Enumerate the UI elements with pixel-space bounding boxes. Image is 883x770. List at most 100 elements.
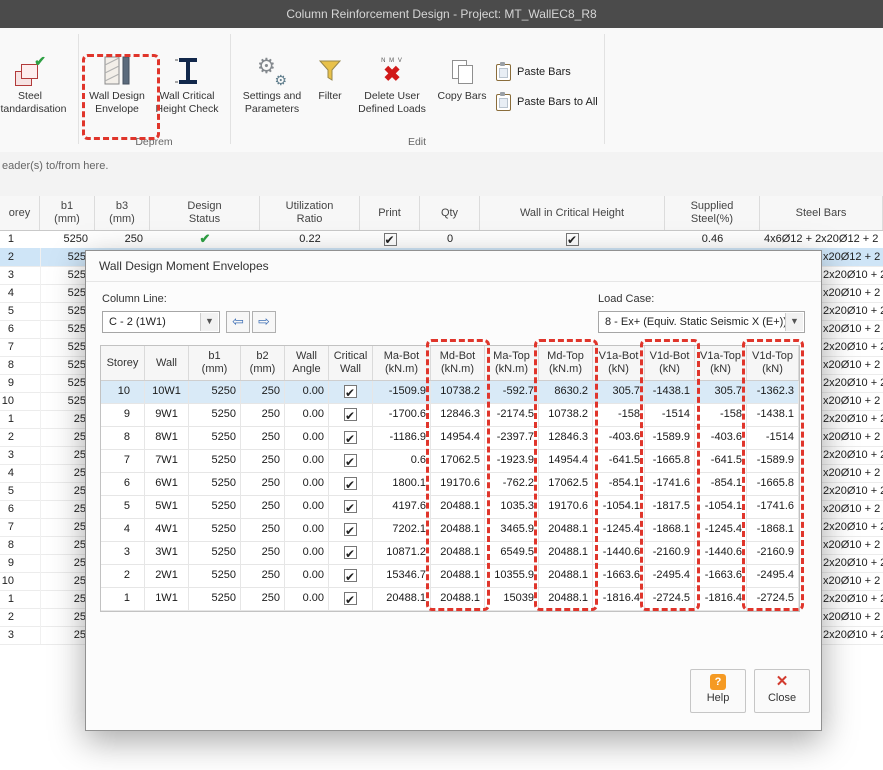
bg-column-header[interactable]: orey [0,196,40,230]
dialog-column-header[interactable]: Md-Top(kN.m) [539,346,593,380]
bg-column-header[interactable]: b3(mm) [95,196,150,230]
button-label: Standardisation [0,103,74,116]
paste-bars-to-all-button[interactable]: Paste Bars to All [496,90,598,114]
b1-cell: 5250 [189,496,241,518]
wall-design-envelope-button[interactable]: Wall Design Envelope [86,52,148,132]
critical-wall-checkbox[interactable] [344,546,357,559]
dialog-table-row[interactable]: 33W152502500.0010871.220488.16549.520488… [101,542,799,565]
wall-angle-cell: 0.00 [285,473,329,495]
bg-column-header[interactable]: Print [360,196,420,230]
bg-column-header[interactable]: DesignStatus [150,196,260,230]
moment-value-cell: -641.5 [695,450,747,472]
dialog-table-row[interactable]: 1010W152502500.00-1509.910738.2-592.7863… [101,381,799,404]
bg-column-header-label: Steel(%) [691,213,733,226]
moment-value-cell: 20488.1 [373,588,431,610]
dialog-table-row[interactable]: 77W152502500.000.617062.5-1923.914954.4-… [101,450,799,473]
dialog-column-header[interactable]: CriticalWall [329,346,373,380]
column-line-select[interactable]: C - 2 (1W1) ▼ [102,311,220,333]
dialog-table-row[interactable]: 11W152502500.0020488.120488.11503920488.… [101,588,799,611]
dialog-column-header[interactable]: Ma-Bot(kN.m) [373,346,431,380]
load-case-select[interactable]: 8 - Ex+ (Equiv. Static Seismic X (E+)) ▼ [598,311,805,333]
bg-column-header[interactable]: UtilizationRatio [260,196,360,230]
bg-column-header[interactable]: Steel Bars [760,196,883,230]
next-column-line-button[interactable]: ⇨ [252,311,276,333]
moment-value-cell: -1741.6 [645,473,695,495]
bg-column-header-label: Print [378,207,401,220]
dialog-column-header[interactable]: Md-Bot(kN.m) [431,346,485,380]
table-row[interactable]: 1 5250 250 ✔ 0.22 0 0.46 4x6Ø12 + 2x20Ø1… [0,230,883,249]
wall-cell: 8W1 [145,427,189,449]
moment-value-cell: 20488.1 [431,519,485,541]
b1-cell: 25 [40,554,86,572]
critical-wall-checkbox[interactable] [344,500,357,513]
critical-wall-checkbox[interactable] [344,408,357,421]
b1-cell: 25 [40,446,86,464]
bg-column-header[interactable]: b1(mm) [40,196,95,230]
dialog-column-header[interactable]: V1a-Bot(kN) [593,346,645,380]
moment-value-cell: -1923.9 [485,450,539,472]
dialog-column-header[interactable]: Ma-Top(kN.m) [485,346,539,380]
moment-value-cell: -592.7 [485,381,539,403]
settings-parameters-button[interactable]: ⚙⚙ Settings and Parameters [240,52,304,132]
wall-design-envelope-icon [86,52,148,90]
bg-column-header[interactable]: SuppliedSteel(%) [665,196,760,230]
dialog-column-header-label: (kN.m) [385,363,418,376]
b1-cell: 25 [40,608,86,626]
critical-wall-checkbox[interactable] [344,454,357,467]
b1-cell: 25 [40,482,86,500]
storey-cell: 4 [0,284,14,302]
bg-column-header[interactable]: Qty [420,196,480,230]
ribbon-group-label-deprem: Deprem [78,136,230,148]
help-button[interactable]: ? Help [690,669,746,713]
moment-value-cell: 1035.3 [485,496,539,518]
dialog-column-header[interactable]: Storey [101,346,145,380]
chevron-down-icon: ▼ [200,313,218,331]
previous-column-line-button[interactable]: ⇦ [226,311,250,333]
storey-cell: 2 [0,608,14,626]
critical-wall-checkbox[interactable] [344,477,357,490]
dialog-column-header[interactable]: b1(mm) [189,346,241,380]
steel-bars-cell: 2x20Ø10 + 2 [823,590,883,608]
bg-column-header[interactable]: Wall in Critical Height [480,196,665,230]
dialog-table-row[interactable]: 44W152502500.007202.120488.13465.920488.… [101,519,799,542]
storey-cell: 3 [0,266,14,284]
print-checkbox[interactable] [384,233,397,246]
wall-critical-checkbox[interactable] [566,233,579,246]
dialog-table-row[interactable]: 88W152502500.00-1186.914954.4-2397.71284… [101,427,799,450]
dialog-column-header[interactable]: V1d-Bot(kN) [645,346,695,380]
dialog-table-row[interactable]: 66W152502500.001800.119170.6-762.217062.… [101,473,799,496]
filter-button[interactable]: Filter [308,52,352,132]
dialog-table-row[interactable]: 55W152502500.004197.620488.11035.319170.… [101,496,799,519]
wall-angle-cell: 0.00 [285,496,329,518]
wall-critical-height-check-button[interactable]: Wall Critical Height Check [152,52,222,132]
dialog-column-header-label: (kN) [659,363,680,376]
steel-standardisation-button[interactable]: ✔ Steel Standardisation [0,52,74,132]
steel-bars-cell: 4x6Ø12 + 2x20Ø12 + 2 [760,230,883,248]
critical-wall-cell [329,381,373,403]
dialog-column-header[interactable]: Wall [145,346,189,380]
wall-angle-cell: 0.00 [285,588,329,610]
dialog-column-header[interactable]: b2(mm) [241,346,285,380]
paste-bars-button[interactable]: Paste Bars [496,60,571,84]
b1-cell: 525 [40,266,86,284]
steel-bars-cell: x20Ø10 + 2 [823,572,883,590]
bg-column-header-label: Utilization [286,200,334,213]
delete-user-defined-loads-button[interactable]: N M V ✖ Delete User Defined Loads [356,52,428,132]
b1-cell: 525 [40,320,86,338]
critical-wall-checkbox[interactable] [344,592,357,605]
dialog-table-row[interactable]: 22W152502500.0015346.720488.110355.92048… [101,565,799,588]
button-label: Parameters [240,103,304,116]
dialog-column-header[interactable]: V1d-Top(kN) [747,346,799,380]
dialog-table-row[interactable]: 99W152502500.00-1700.612846.3-2174.51073… [101,404,799,427]
critical-wall-checkbox[interactable] [344,523,357,536]
copy-bars-button[interactable]: Copy Bars [434,52,490,132]
paste-clipboard-icon [496,64,511,81]
dialog-column-header[interactable]: WallAngle [285,346,329,380]
close-button[interactable]: ✕ Close [754,669,810,713]
critical-wall-checkbox[interactable] [344,385,357,398]
storey-cell: 8 [0,356,14,374]
critical-wall-checkbox[interactable] [344,431,357,444]
b2-cell: 250 [241,542,285,564]
critical-wall-checkbox[interactable] [344,569,357,582]
dialog-column-header[interactable]: V1a-Top(kN) [695,346,747,380]
